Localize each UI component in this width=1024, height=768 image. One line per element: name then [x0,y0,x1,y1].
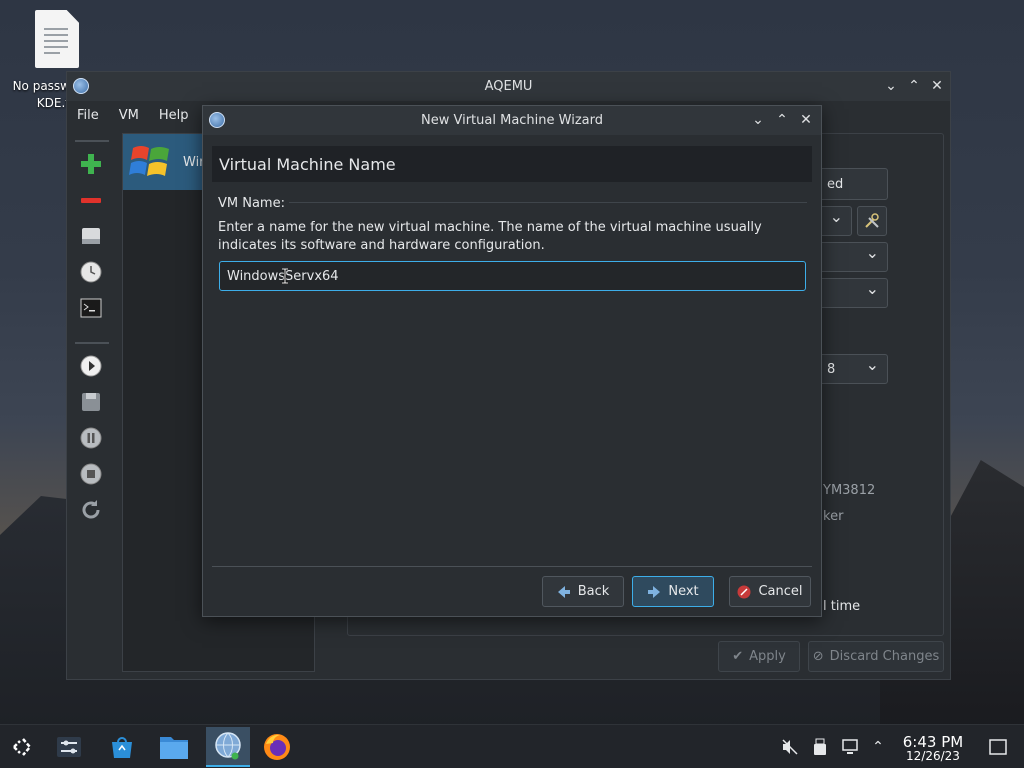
settings-combo-4-value: 8 [827,361,836,377]
taskbar-settings-app[interactable] [51,729,87,765]
volume-muted-icon[interactable] [778,733,802,761]
reload-icon [82,500,100,519]
cancel-circle-icon: ⊘ [812,649,824,664]
apply-button[interactable]: ✔ Apply [718,641,800,672]
pause-vm-button[interactable] [77,424,105,452]
aqemu-logo-icon [73,78,89,94]
minimize-icon[interactable]: ⌄ [748,110,768,130]
settings-combo-3[interactable] [818,278,888,308]
taskbar-file-manager-app[interactable] [156,729,192,765]
toolbar-separator [75,342,109,344]
clock-date[interactable]: 12/26/23 [893,749,973,763]
close-icon[interactable]: ✕ [796,110,816,130]
terminal-icon [80,298,102,318]
stop-vm-button[interactable] [77,460,105,488]
disk-manager-button[interactable] [77,222,105,250]
firefox-icon [264,734,290,760]
console-button[interactable] [77,294,105,322]
snapshot-button[interactable] [77,258,105,286]
desktop-file-label-line1: No passw [12,79,70,93]
tray-expand-chevron-icon[interactable]: ⌃ [866,733,890,761]
maximize-icon[interactable]: ⌃ [904,76,924,96]
close-icon[interactable]: ✕ [927,76,947,96]
back-button-label: Back [577,584,610,599]
taskbar-aqemu-app[interactable] [206,727,250,767]
dialog-footer-separator [212,566,812,567]
removable-device-icon[interactable] [808,733,832,761]
menu-help[interactable]: Help [149,108,199,123]
clock-icon [80,261,102,283]
desktop-file-label[interactable]: No passw KDE.t [0,78,70,112]
windows-logo-icon [129,142,173,182]
main-window-title: AQEMU [484,79,533,94]
wizard-page-header: Virtual Machine Name [212,146,812,182]
plus-icon [81,154,101,174]
minimize-icon[interactable]: ⌄ [881,76,901,96]
aqemu-globe-icon [215,732,241,760]
vm-name-input[interactable] [219,261,806,291]
taskbar-discover-app[interactable] [104,729,140,765]
apply-button-label: Apply [749,649,786,664]
desktop-file-label-line2: KDE.t [36,96,70,110]
desktop-file-icon[interactable] [35,10,79,68]
check-icon: ✔ [732,649,744,664]
aqemu-logo-icon [209,112,225,128]
speaker-text: ker [823,509,844,524]
discard-changes-button[interactable]: ⊘ Discard Changes [808,641,944,672]
discard-button-label: Discard Changes [829,649,940,664]
cancel-icon [737,585,751,598]
sound-card-text: YM3812 [823,483,876,498]
tools-icon [865,213,879,228]
taskbar-firefox-app[interactable] [259,729,295,765]
back-arrow-icon [557,585,570,598]
settings-button-label: ed [827,176,844,192]
play-icon [80,355,102,377]
minus-icon [81,198,101,203]
menu-vm[interactable]: VM [109,108,149,123]
network-icon[interactable] [838,733,862,761]
vm-name-label: VM Name: [218,195,289,213]
groupbox-line [218,202,807,203]
start-vm-button[interactable] [77,352,105,380]
settings-combo-2[interactable] [818,242,888,272]
cancel-button-label: Cancel [758,584,803,599]
back-button[interactable]: Back [542,576,624,607]
settings-combo[interactable] [818,206,852,236]
maximize-icon[interactable]: ⌃ [772,110,792,130]
stop-icon [80,463,102,485]
floppy-icon [82,393,100,411]
remove-vm-button[interactable] [77,186,105,214]
toolbar-separator [75,140,109,142]
settings-button[interactable]: ed [818,168,888,200]
next-button[interactable]: Next [632,576,714,607]
application-launcher-button[interactable] [4,729,40,765]
add-vm-button[interactable] [77,150,105,178]
next-arrow-icon [648,585,661,598]
vm-toolbar [73,136,109,536]
pause-icon [80,427,102,449]
dialog-titlebar[interactable]: New Virtual Machine Wizard ⌄ ⌃ ✕ [203,106,821,135]
dialog-title: New Virtual Machine Wizard [421,113,603,128]
store-bag-icon [112,737,132,758]
folder-icon [160,737,188,759]
vm-name-description: Enter a name for the new virtual machine… [218,220,762,253]
settings-combo-4[interactable]: 8 [818,354,888,384]
save-vm-button[interactable] [77,388,105,416]
show-desktop-icon[interactable] [986,733,1010,761]
settings-sliders-icon [57,737,81,757]
cancel-button[interactable]: Cancel [729,576,811,607]
harddisk-icon [82,228,100,244]
main-titlebar[interactable]: AQEMU ⌄ ⌃ ✕ [67,72,950,101]
local-time-text: l time [823,599,861,614]
reset-vm-button[interactable] [77,496,105,524]
new-vm-wizard-dialog: New Virtual Machine Wizard ⌄ ⌃ ✕ Virtual… [202,105,822,617]
launcher-icon [13,738,32,756]
menu-file[interactable]: File [67,108,109,123]
tools-button[interactable] [857,206,887,236]
next-button-label: Next [668,584,699,599]
taskbar: ⌃ 6:43 PM 12/26/23 [0,724,1024,768]
